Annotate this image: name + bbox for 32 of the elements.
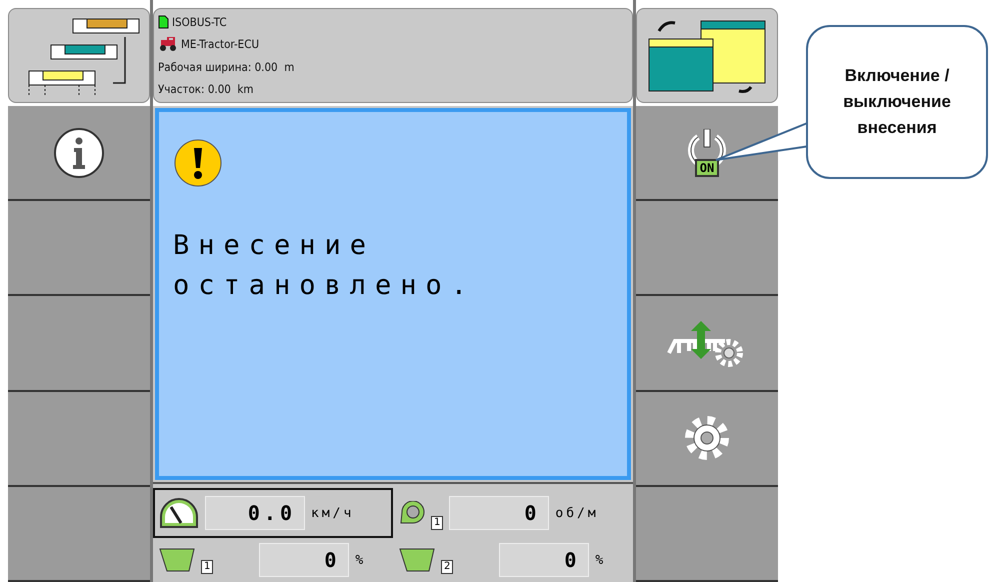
header-text: ME-Tractor-ECU xyxy=(181,37,260,52)
callout-bubble: Включение / выключение внесения xyxy=(806,25,988,179)
hopper-icon xyxy=(159,547,195,573)
value-field: 0 xyxy=(259,543,350,577)
value-field: 0 xyxy=(499,543,590,577)
rotation-sensor-icon xyxy=(399,501,425,525)
file-icon xyxy=(158,15,169,30)
readout-panel[interactable]: 2 0 % xyxy=(393,538,633,582)
speedometer-icon xyxy=(159,497,199,529)
unit-label: км/ч xyxy=(311,506,354,520)
index-badge: 1 xyxy=(431,516,444,530)
section-view-button[interactable] xyxy=(8,8,150,103)
header-text: Участок: 0.00 km xyxy=(158,82,254,96)
hopper-icon xyxy=(399,547,435,573)
dialog-message: Внесение остановлено. xyxy=(173,229,478,303)
readout-panel[interactable]: 0.0 км/ч xyxy=(153,488,393,538)
value-field: 0 xyxy=(449,496,550,530)
unit-label: % xyxy=(595,552,606,568)
info-icon xyxy=(53,126,105,179)
header-text: ISOBUS-TC xyxy=(172,15,227,30)
readout-panel[interactable]: 1 0 об/м xyxy=(393,488,633,538)
unit-label: об/м xyxy=(555,506,599,520)
value-field: 0.0 xyxy=(205,496,305,530)
warning-icon xyxy=(173,138,223,188)
on-label: ON xyxy=(694,158,720,177)
header-text: Рабочая ширина: 0.00 m xyxy=(158,60,294,74)
unit-label: % xyxy=(355,552,366,568)
index-badge: 1 xyxy=(201,560,214,574)
mask-switch-button[interactable] xyxy=(636,8,778,103)
index-badge: 2 xyxy=(441,560,454,574)
tractor-icon xyxy=(158,37,178,52)
readout-panel[interactable]: 1 0 % xyxy=(153,538,393,582)
